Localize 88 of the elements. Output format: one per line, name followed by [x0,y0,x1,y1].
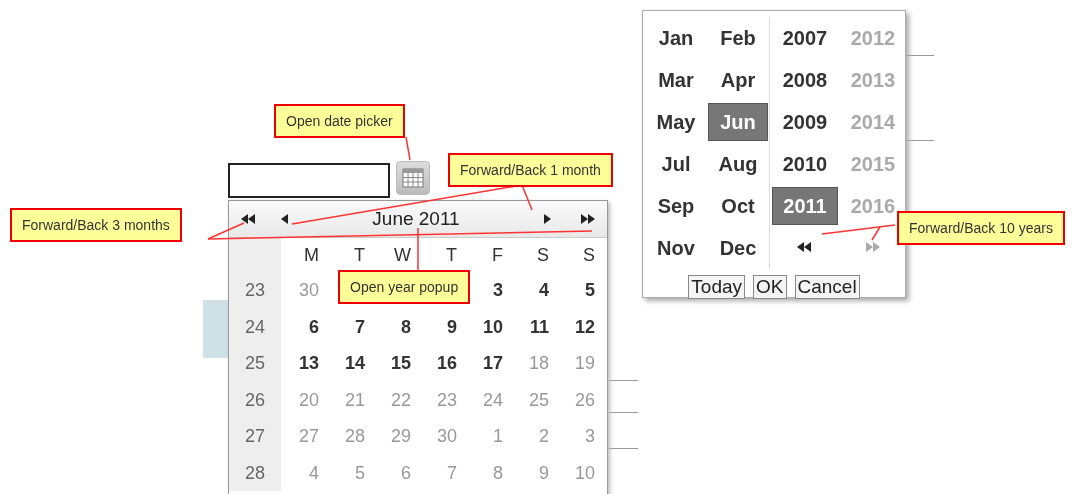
day-cell: 26 [574,388,595,411]
day-cell[interactable]: 9 [447,315,457,338]
month-option[interactable]: Jul [646,145,706,183]
day-cell: 19 [574,352,595,374]
year-option[interactable]: 2007 [772,19,838,57]
day-cell: 8 [493,461,503,484]
weekday-label: W [394,244,411,267]
day-cell: 7 [447,461,457,484]
day-cell: 1 [493,425,503,447]
day-cell: 28 [344,425,365,447]
month-option[interactable]: Jun [708,103,768,141]
weekday-label: S [583,244,595,267]
double-left-arrow-icon[interactable] [241,214,255,224]
day-cell: 4 [309,461,319,484]
day-cell: 10 [574,461,595,484]
day-cell: 30 [436,425,457,447]
weekday-label: M [304,244,319,267]
week-number: 27 [229,418,281,455]
day-cell: 24 [482,388,503,411]
day-cell[interactable]: 14 [344,352,365,374]
day-cell: 30 [298,279,319,301]
month-option[interactable]: Nov [646,229,706,267]
table-row-background [203,300,228,358]
double-left-arrow-icon[interactable] [797,242,812,252]
year-option[interactable]: 2009 [772,103,838,141]
day-cell: 3 [585,425,595,447]
day-cell: 29 [390,425,411,447]
month-option[interactable]: Feb [708,19,768,57]
callout-tooltip: Forward/Back 3 months [10,208,182,242]
day-cell[interactable]: 7 [355,315,365,338]
day-cell[interactable]: 11 [529,315,549,338]
popup-button[interactable]: Today [688,275,746,299]
week-number: 23 [229,272,281,309]
week-column-header [229,238,281,272]
date-input-field[interactable] [228,163,390,198]
callout-tooltip: Forward/Back 1 month [448,153,613,187]
month-option[interactable]: Aug [708,145,768,183]
day-cell: 6 [401,461,411,484]
calendar-icon [402,168,424,188]
year-option[interactable]: 2010 [772,145,838,183]
day-cell[interactable]: 10 [482,315,503,338]
callout-tooltip: Open year popup [338,270,471,304]
day-cell[interactable]: 13 [298,352,319,374]
right-arrow-icon[interactable] [544,214,551,224]
day-cell[interactable]: 8 [401,315,411,338]
day-cell: 9 [539,461,549,484]
day-cell: 22 [390,388,411,411]
day-cell: 5 [355,461,365,484]
date-picker-button[interactable] [396,161,430,195]
day-cell: 20 [298,388,319,411]
week-number: 24 [229,308,281,345]
month-option[interactable]: Apr [708,61,768,99]
weekday-label: T [354,244,365,267]
popup-button[interactable]: OK [753,275,787,299]
callout-tooltip: Forward/Back 10 years [897,211,1065,245]
day-cell[interactable]: 16 [436,352,457,374]
leader-line [405,136,411,161]
day-cell[interactable]: 12 [574,315,595,338]
day-cell[interactable]: 17 [482,352,503,374]
callout-tooltip: Open date picker [274,104,405,138]
week-number: 28 [229,454,281,491]
weekday-label: S [537,244,549,267]
double-right-arrow-icon[interactable] [581,214,595,224]
weekday-label: F [492,244,503,267]
year-option[interactable]: 2011 [772,187,838,225]
month-option[interactable]: Mar [646,61,706,99]
day-cell[interactable]: 6 [309,315,319,338]
month-option[interactable]: May [646,103,706,141]
weekday-label: T [446,244,457,267]
week-number: 25 [229,345,281,382]
day-cell: 27 [298,425,319,447]
year-option[interactable]: 2008 [772,61,838,99]
week-number: 26 [229,381,281,418]
day-cell: 21 [344,388,365,411]
day-cell: 18 [528,352,549,374]
day-cell[interactable]: 5 [585,279,595,301]
day-cell[interactable]: 15 [390,352,411,374]
day-cell: 2 [539,425,549,447]
popup-button[interactable]: Cancel [794,275,860,299]
day-cell[interactable]: 4 [539,279,549,301]
month-option[interactable]: Sep [646,187,706,225]
left-arrow-icon[interactable] [281,214,288,224]
day-cell[interactable]: 3 [493,279,503,301]
day-cell: 23 [436,388,457,411]
month-option[interactable]: Oct [708,187,768,225]
day-cell: 25 [528,388,549,411]
month-option[interactable]: Jan [646,19,706,57]
month-option[interactable]: Dec [708,229,768,267]
